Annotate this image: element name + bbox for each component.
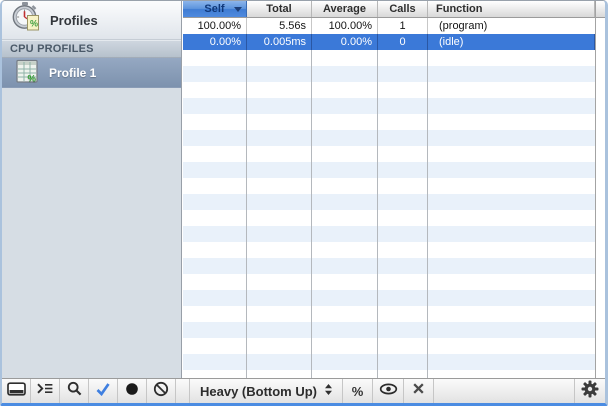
dock-icon [7, 382, 26, 401]
column-header-total[interactable]: Total [247, 1, 312, 17]
view-selector-dropdown[interactable]: Heavy (Bottom Up) [190, 379, 343, 403]
devtools-profiles-panel: % Profiles CPU PROFILES % [0, 0, 608, 406]
table-row-program[interactable]: 100.00% 5.56s 100.00% 1 (program) [183, 18, 595, 34]
cell-total: 5.56s [247, 18, 312, 34]
x-icon [412, 382, 425, 400]
column-header-self[interactable]: Self [183, 1, 247, 17]
exclude-function-button[interactable] [404, 379, 434, 403]
console-icon [36, 382, 54, 400]
sort-descending-icon [234, 7, 242, 12]
profiles-header: % Profiles [2, 1, 181, 40]
profiles-header-label: Profiles [50, 13, 98, 28]
spreadsheet-percent-icon: % [15, 59, 39, 87]
column-divider [246, 50, 247, 378]
empty-striped-rows [183, 50, 595, 378]
cpu-profiles-section-label: CPU PROFILES [10, 43, 94, 55]
svg-text:%: % [28, 73, 37, 84]
percent-button[interactable]: % [343, 379, 373, 403]
check-icon [95, 382, 111, 401]
search-button[interactable] [60, 379, 89, 403]
column-divider [311, 50, 312, 378]
console-button[interactable] [31, 379, 60, 403]
toolbar-flex-space [434, 379, 574, 403]
column-header-calls[interactable]: Calls [378, 1, 428, 17]
record-icon [125, 382, 139, 401]
sidebar-item-profile-1[interactable]: % Profile 1 [2, 58, 181, 88]
cell-function: (program) [428, 18, 595, 34]
cell-calls: 0 [378, 34, 428, 50]
vertical-scrollbar-track[interactable] [595, 1, 605, 378]
cell-average: 100.00% [312, 18, 378, 34]
cell-self: 100.00% [183, 18, 247, 34]
focus-function-button[interactable] [373, 379, 404, 403]
clear-button[interactable] [147, 379, 176, 403]
column-divider [377, 50, 378, 378]
status-bar: Heavy (Bottom Up) % [2, 378, 605, 403]
scrollbar-header-cap [596, 1, 605, 18]
stopwatch-profiles-icon: % [10, 1, 41, 39]
updown-arrows-icon [324, 383, 333, 399]
settings-button[interactable] [574, 379, 605, 403]
profile-data-grid: Self Total Average Calls Function 100.00… [183, 1, 595, 378]
dock-button[interactable] [2, 379, 31, 403]
clear-icon [153, 381, 169, 402]
gear-icon [581, 380, 599, 403]
record-button[interactable] [118, 379, 147, 403]
column-header-average[interactable]: Average [312, 1, 378, 17]
table-row-idle-selected[interactable]: 0.00% 0.005ms 0.00% 0 (idle) [183, 34, 595, 50]
profiles-sidebar: % Profiles CPU PROFILES % [2, 1, 182, 378]
cpu-profiles-section-header: CPU PROFILES [2, 40, 181, 58]
toolbar-spacer [176, 379, 190, 403]
search-icon [67, 381, 82, 401]
cell-calls: 1 [378, 18, 428, 34]
percent-label: % [352, 384, 364, 399]
check-button[interactable] [89, 379, 118, 403]
cell-self: 0.00% [183, 34, 247, 50]
svg-text:%: % [30, 19, 38, 29]
eye-icon [379, 382, 398, 400]
cell-total: 0.005ms [247, 34, 312, 50]
column-divider [427, 50, 428, 378]
profile-item-label: Profile 1 [49, 66, 96, 80]
data-grid-header: Self Total Average Calls Function [183, 1, 595, 18]
view-selector-label: Heavy (Bottom Up) [200, 384, 317, 399]
cell-average: 0.00% [312, 34, 378, 50]
cell-function: (idle) [428, 34, 595, 50]
column-header-function[interactable]: Function [428, 1, 595, 17]
